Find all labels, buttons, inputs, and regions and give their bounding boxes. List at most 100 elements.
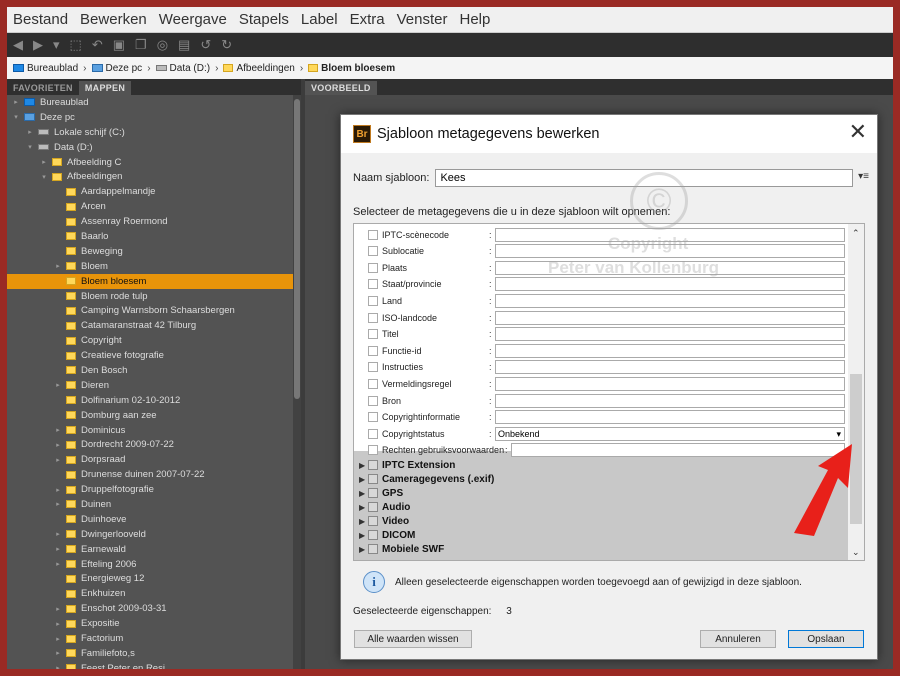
rotate-left-icon[interactable]: ↺ [200,37,211,53]
field-input[interactable] [495,376,845,391]
metadata-group-row[interactable]: ▶ GPS [354,486,848,500]
tree-item[interactable]: ▸ Bureaublad [7,95,293,110]
group-checkbox[interactable] [368,530,378,540]
tree-item[interactable]: ▸ Dieren [7,378,293,393]
collapsed-arrow-icon[interactable]: ▸ [53,456,63,464]
tree-item[interactable]: ▸ Factorium [7,631,293,646]
copy-icon[interactable]: ❐ [135,37,147,53]
menu-item-weergave[interactable]: Weergave [159,11,227,28]
refine-icon[interactable]: ◎ [157,37,168,53]
collapsed-arrow-icon[interactable]: ▸ [53,605,63,613]
collapsed-arrow-icon[interactable]: ▸ [39,158,49,166]
clear-all-button[interactable]: Alle waarden wissen [354,630,472,648]
expanded-arrow-icon[interactable]: ▾ [11,113,21,121]
tree-item[interactable]: ▸ Dwingerlooveld [7,527,293,542]
tree-item[interactable]: ▸ Afbeelding C [7,155,293,170]
menu-item-extra[interactable]: Extra [350,11,385,28]
tree-item[interactable]: ▸ Earnewald [7,542,293,557]
menu-item-bewerken[interactable]: Bewerken [80,11,147,28]
tree-item[interactable]: ▸ Expositie [7,616,293,631]
field-checkbox[interactable] [368,279,378,290]
tree-item[interactable]: Drunense duinen 2007-07-22 [7,467,293,482]
metadata-group-row[interactable]: ▶ Mobiele SWF [354,542,848,556]
field-input[interactable] [495,227,845,242]
tree-item[interactable]: Domburg aan zee [7,408,293,423]
tree-item[interactable]: ▸ Enschot 2009-03-31 [7,601,293,616]
field-checkbox[interactable] [368,295,378,306]
collapsed-arrow-icon[interactable]: ▸ [53,530,63,538]
rotate-icon[interactable]: ↶ [92,37,103,53]
collapsed-arrow-icon[interactable]: ▸ [53,664,63,669]
group-checkbox[interactable] [368,516,378,526]
tab-favorieten[interactable]: FAVORIETEN [7,81,79,95]
field-checkbox[interactable] [368,229,378,240]
tree-item[interactable]: ▸ Bloem [7,259,293,274]
menu-item-help[interactable]: Help [459,11,490,28]
expand-arrow-icon[interactable]: ▶ [359,475,365,484]
camera-icon[interactable]: ▣ [113,37,125,53]
tree-item[interactable]: Bloem rode tulp [7,289,293,304]
template-menu-icon[interactable]: ▾≡ [858,171,869,182]
group-checkbox[interactable] [368,488,378,498]
collapsed-arrow-icon[interactable]: ▸ [53,262,63,270]
collapsed-arrow-icon[interactable]: ▸ [11,98,21,106]
template-name-input[interactable] [435,169,854,187]
metadata-group-row[interactable]: ▶ DICOM [354,528,848,542]
tree-item[interactable]: ▸ Druppelfotografie [7,482,293,497]
field-checkbox[interactable] [368,445,378,456]
back-icon[interactable]: ◀ [13,37,23,53]
tree-item[interactable]: ▸ Dordrecht 2009-07-22 [7,437,293,452]
tree-item[interactable]: Arcen [7,199,293,214]
field-input[interactable] [495,343,845,358]
menu-item-label[interactable]: Label [301,11,338,28]
expand-arrow-icon[interactable]: ▶ [359,517,365,526]
tree-item[interactable]: Creatieve fotografie [7,348,293,363]
tree-item[interactable]: ▸ Efteling 2006 [7,557,293,572]
field-checkbox[interactable] [368,362,378,373]
collapsed-arrow-icon[interactable]: ▸ [53,620,63,628]
tree-item[interactable]: ▾ Deze pc [7,110,293,125]
field-checkbox[interactable] [368,312,378,323]
menu-item-venster[interactable]: Venster [397,11,448,28]
tree-item[interactable]: Duinhoeve [7,512,293,527]
save-button[interactable]: Opslaan [788,630,864,648]
field-checkbox[interactable] [368,412,378,423]
expanded-arrow-icon[interactable]: ▾ [39,173,49,181]
collapsed-arrow-icon[interactable]: ▸ [53,545,63,553]
scrollbar-thumb[interactable] [294,99,300,399]
tab-mappen[interactable]: MAPPEN [78,81,132,95]
group-checkbox[interactable] [368,460,378,470]
breadcrumb-item[interactable]: Data (D:) [155,63,210,74]
tree-item[interactable]: ▾ Data (D:) [7,140,293,155]
field-input[interactable] [495,393,845,408]
tree-item[interactable]: Baarlo [7,229,293,244]
metadata-group-row[interactable]: ▶ Audio [354,500,848,514]
tree-item[interactable]: ▸ Feest Peter en Resi [7,661,293,669]
tree-item[interactable]: Enkhuizen [7,586,293,601]
tab-voorbeeld[interactable]: VOORBEELD [305,81,377,95]
tree-item[interactable]: ▸ Familiefoto,s [7,646,293,661]
tree-item[interactable]: ▸ Duinen [7,497,293,512]
tree-item[interactable]: ▸ Lokale schijf (C:) [7,125,293,140]
tree-item[interactable]: ▸ Dominicus [7,423,293,438]
collapsed-arrow-icon[interactable]: ▸ [53,635,63,643]
field-checkbox[interactable] [368,262,378,273]
breadcrumb-item[interactable]: Bloem bloesem [308,63,395,74]
tree-item[interactable]: Energieweg 12 [7,572,293,587]
expand-arrow-icon[interactable]: ▶ [359,531,365,540]
field-input[interactable] [495,310,845,325]
scroll-up-icon[interactable]: ⌃ [852,228,860,239]
metadata-group-row[interactable]: ▶ Video [354,514,848,528]
expand-arrow-icon[interactable]: ▶ [359,545,365,554]
tree-item[interactable]: ▸ Dorpsraad [7,452,293,467]
collapsed-arrow-icon[interactable]: ▸ [53,560,63,568]
collapsed-arrow-icon[interactable]: ▸ [53,426,63,434]
folder-up-icon[interactable]: ⬚ [70,37,82,53]
tree-scrollbar[interactable] [293,95,301,669]
breadcrumb-item[interactable]: Afbeeldingen [223,63,295,74]
tree-item[interactable]: Copyright [7,333,293,348]
tree-item[interactable]: ▾ Afbeeldingen [7,169,293,184]
field-input[interactable] [495,327,845,342]
collapsed-arrow-icon[interactable]: ▸ [25,128,35,136]
breadcrumb-item[interactable]: Bureaublad [13,63,78,74]
